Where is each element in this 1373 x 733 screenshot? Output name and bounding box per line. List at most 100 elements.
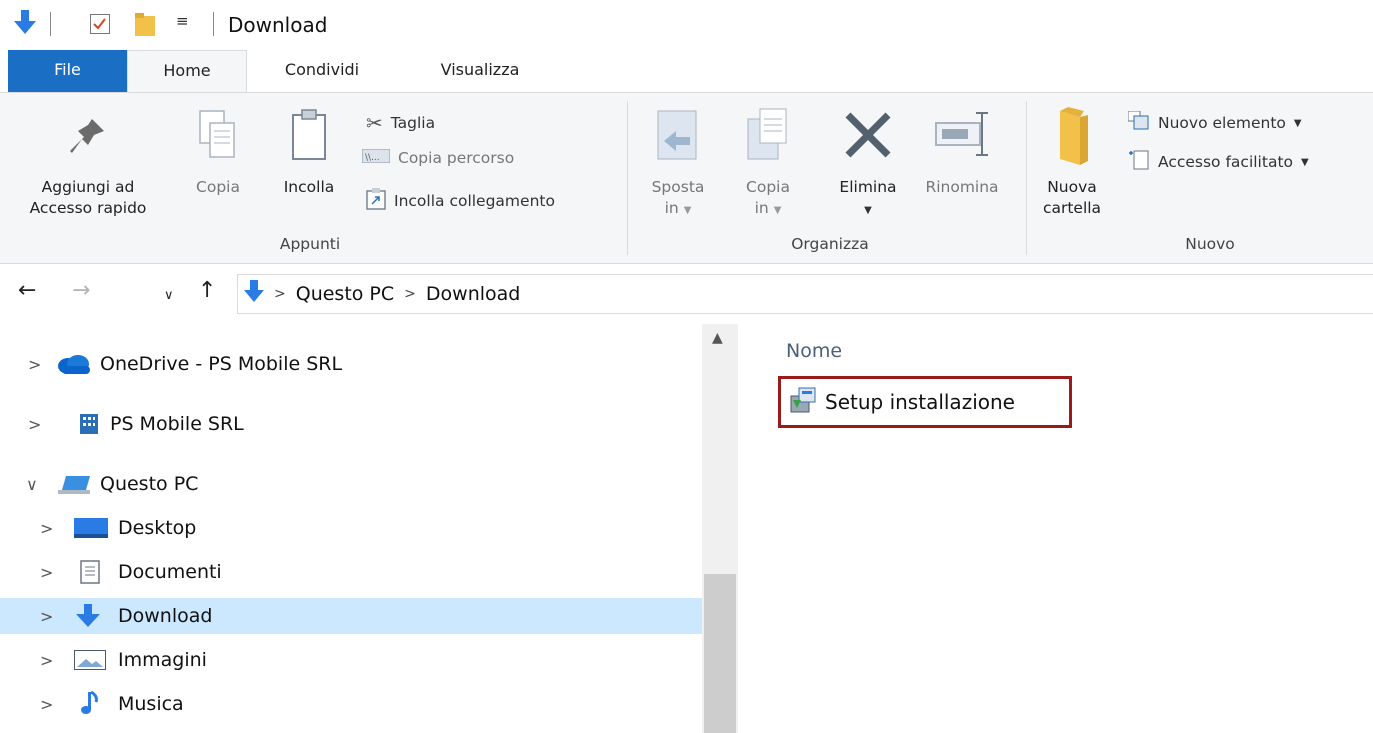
expand-chevron-icon[interactable]: > — [40, 651, 53, 670]
ribbon-tabs: File Home Condividi Visualizza — [0, 50, 1373, 96]
copy-path-button[interactable]: \\... Copia percorso — [361, 148, 514, 167]
download-arrow-icon — [244, 279, 264, 309]
rename-icon — [912, 105, 1012, 171]
cut-button[interactable]: ✂ Taglia — [366, 111, 435, 135]
group-separator — [1026, 101, 1027, 255]
easy-access-icon — [1128, 149, 1150, 175]
pin-icon — [18, 105, 158, 171]
rename-button[interactable]: Rinomina — [912, 105, 1012, 198]
group-label-organizza: Organizza — [791, 235, 869, 253]
nav-item-immagini[interactable]: > Immagini — [0, 642, 702, 678]
new-folder-label-line1: Nuova — [1047, 178, 1097, 196]
move-to-icon — [636, 105, 720, 171]
address-bar[interactable]: > Questo PC > Download — [237, 274, 1373, 314]
expand-chevron-icon[interactable]: > — [40, 607, 53, 626]
easy-access-button[interactable]: Accesso facilitato ▼ — [1128, 149, 1309, 175]
move-to-label-line1: Sposta — [651, 178, 705, 196]
forward-arrow-icon[interactable]: → — [72, 278, 90, 303]
rename-label: Rinomina — [925, 178, 999, 196]
file-item-setup[interactable]: Setup installazione — [778, 376, 1072, 428]
breadcrumb-chevron-icon[interactable]: > — [274, 286, 286, 302]
breadcrumb-download[interactable]: Download — [426, 283, 520, 305]
nav-item-ps-mobile[interactable]: > PS Mobile SRL — [0, 406, 702, 442]
pin-quick-access-button[interactable]: Aggiungi ad Accesso rapido — [18, 105, 158, 219]
group-label-nuovo: Nuovo — [1185, 235, 1235, 253]
download-arrow-icon — [76, 604, 100, 633]
column-header-name[interactable]: Nome — [786, 340, 842, 362]
nav-label: Questo PC — [100, 473, 199, 495]
nav-label: Musica — [118, 693, 184, 715]
tab-condividi[interactable]: Condividi — [262, 50, 382, 92]
copy-to-button[interactable]: Copia in ▼ — [728, 105, 808, 221]
new-item-label: Nuovo elemento — [1158, 114, 1286, 132]
nav-label: Documenti — [118, 561, 222, 583]
file-list-pane: Nome Setup installazione — [738, 324, 1373, 733]
copy-icon — [188, 105, 248, 171]
download-arrow-icon[interactable] — [14, 10, 36, 40]
tab-home[interactable]: Home — [127, 50, 247, 96]
computer-icon — [58, 474, 92, 501]
nav-item-documenti[interactable]: > Documenti — [0, 554, 702, 590]
paste-label: Incolla — [283, 178, 335, 196]
nav-label: OneDrive - PS Mobile SRL — [100, 353, 343, 375]
up-arrow-icon[interactable]: ↑ — [198, 278, 216, 303]
group-label-appunti: Appunti — [279, 235, 341, 253]
move-to-label-line2: in — [664, 199, 679, 217]
paste-button[interactable]: Incolla — [274, 105, 344, 198]
nav-item-questo-pc[interactable]: ∨ Questo PC — [0, 466, 702, 502]
nav-item-onedrive[interactable]: > OneDrive - PS Mobile SRL — [0, 346, 702, 382]
svg-text:\\...: \\... — [365, 153, 380, 163]
nav-item-desktop[interactable]: > Desktop — [0, 510, 702, 546]
properties-check-icon[interactable] — [90, 14, 110, 34]
file-name: Setup installazione — [825, 390, 1015, 414]
window-title: Download — [228, 13, 328, 37]
delete-button[interactable]: Elimina ▼ — [826, 105, 910, 221]
expand-chevron-icon[interactable]: > — [28, 355, 41, 374]
new-folder-icon[interactable] — [135, 13, 157, 41]
ribbon: Aggiungi ad Accesso rapido Copia Incolla… — [0, 92, 1373, 264]
breadcrumb-chevron-icon[interactable]: > — [404, 286, 416, 302]
scrollbar-thumb[interactable] — [704, 574, 736, 733]
nav-label: Download — [118, 605, 213, 627]
new-item-icon — [1127, 110, 1150, 135]
title-separator — [213, 12, 214, 36]
chevron-down-icon: ▼ — [1301, 156, 1309, 168]
chevron-down-icon: ▼ — [683, 205, 692, 216]
copy-to-icon — [728, 105, 808, 171]
onedrive-cloud-icon — [56, 354, 92, 379]
folder-icon — [1034, 105, 1110, 171]
copy-to-label-line1: Copia — [746, 178, 790, 196]
paste-shortcut-button[interactable]: Incolla collegamento — [366, 188, 555, 214]
chevron-down-icon: ▼ — [864, 205, 872, 216]
navigation-pane: > OneDrive - PS Mobile SRL > PS Mobile S… — [0, 324, 738, 733]
document-icon — [80, 560, 100, 589]
pin-label-line2: Accesso rapido — [29, 199, 147, 217]
nav-item-download[interactable]: > Download — [0, 598, 702, 634]
back-arrow-icon[interactable]: ← — [18, 278, 36, 303]
qat-separator — [50, 12, 51, 36]
tab-visualizza[interactable]: Visualizza — [410, 50, 550, 92]
new-folder-button[interactable]: Nuova cartella — [1034, 105, 1110, 219]
clipboard-icon — [274, 105, 344, 171]
copy-button[interactable]: Copia — [188, 105, 248, 198]
nav-item-musica[interactable]: > Musica — [0, 686, 702, 722]
navigation-bar: ← → ∨ ↑ > Questo PC > Download — [0, 264, 1373, 324]
paste-shortcut-icon — [366, 188, 386, 214]
building-icon — [80, 414, 98, 439]
installer-icon — [789, 386, 819, 419]
expand-chevron-icon[interactable]: > — [40, 695, 53, 714]
tab-file[interactable]: File — [8, 50, 127, 92]
new-item-button[interactable]: Nuovo elemento ▼ — [1127, 110, 1302, 135]
expand-chevron-icon[interactable]: > — [28, 415, 41, 434]
move-to-button[interactable]: Sposta in ▼ — [636, 105, 720, 221]
delete-x-icon — [826, 105, 910, 171]
scroll-up-icon[interactable]: ▲ — [712, 330, 723, 346]
qat-customize-icon[interactable]: ≡ — [176, 12, 189, 30]
breadcrumb-questo-pc[interactable]: Questo PC — [296, 283, 394, 305]
collapse-chevron-icon[interactable]: ∨ — [26, 475, 38, 494]
recent-locations-chevron-icon[interactable]: ∨ — [164, 288, 174, 303]
easy-access-label: Accesso facilitato — [1158, 153, 1294, 171]
expand-chevron-icon[interactable]: > — [40, 519, 53, 538]
navigation-scrollbar[interactable]: ▲ — [702, 324, 738, 733]
expand-chevron-icon[interactable]: > — [40, 563, 53, 582]
